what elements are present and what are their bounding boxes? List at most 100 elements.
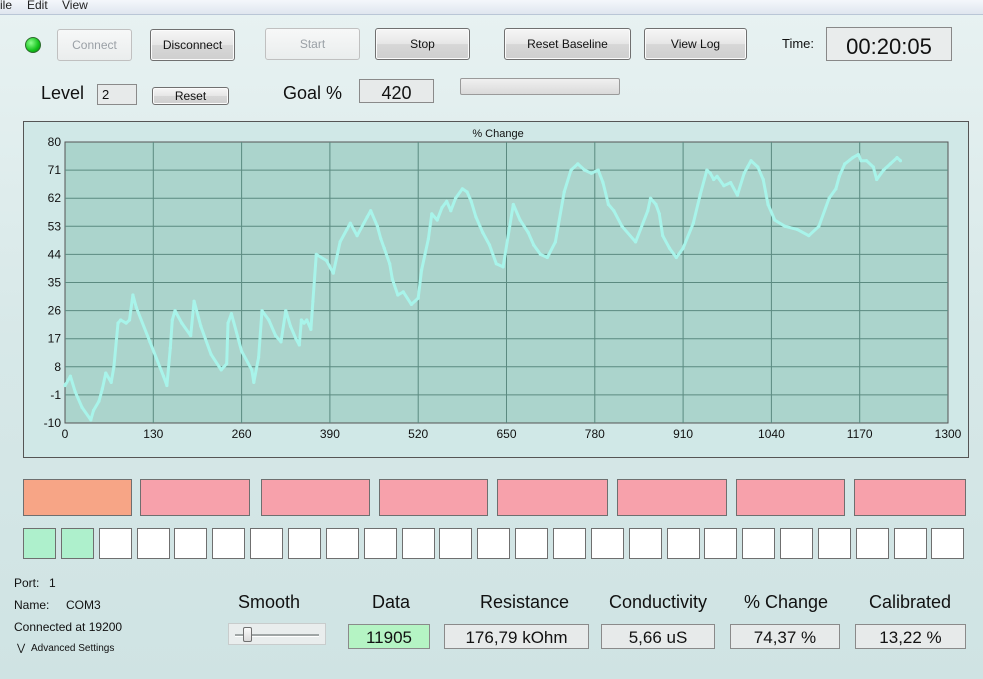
progress-square	[477, 528, 511, 559]
zone-block	[854, 479, 966, 516]
data-point	[116, 321, 120, 325]
percent-change-value: 74,37 %	[730, 624, 840, 649]
y-tick-label: 71	[48, 163, 62, 177]
goal-value[interactable]: 420	[359, 79, 434, 103]
data-point	[226, 321, 230, 325]
data-point	[691, 221, 695, 225]
data-point	[209, 352, 213, 356]
progress-square	[780, 528, 813, 559]
progress-square	[742, 528, 776, 559]
data-value: 11905	[348, 624, 430, 649]
disconnect-button[interactable]: Disconnect	[150, 29, 235, 61]
start-button[interactable]: Start	[265, 28, 360, 60]
level-input[interactable]: 2	[97, 84, 137, 105]
data-point	[297, 343, 301, 347]
data-point	[735, 193, 740, 197]
data-point	[168, 346, 172, 350]
data-point	[576, 162, 580, 166]
x-tick-label: 780	[585, 427, 605, 441]
data-point	[648, 196, 653, 200]
data-point	[355, 234, 359, 238]
data-point	[715, 174, 719, 178]
zone-block	[23, 479, 132, 516]
data-point	[127, 318, 132, 322]
progress-square	[287, 528, 321, 559]
level-label: Level	[41, 83, 85, 103]
progress-square	[855, 528, 889, 559]
data-point	[348, 221, 352, 225]
data-point	[68, 374, 73, 378]
data-point	[161, 374, 166, 378]
data-label: Data	[372, 592, 411, 612]
advanced-settings-toggle[interactable]: ⋁ Advanced Settings	[17, 643, 114, 654]
y-tick-label: 26	[48, 304, 62, 318]
data-point	[302, 321, 306, 325]
data-point	[369, 209, 373, 213]
data-point	[134, 305, 138, 310]
data-point	[501, 265, 505, 269]
data-point	[260, 309, 264, 313]
y-tick-label: 44	[48, 247, 62, 261]
start-button-label: Start	[299, 37, 326, 51]
goal-label: Goal %	[283, 83, 343, 103]
data-point	[875, 177, 879, 182]
data-point	[173, 309, 177, 313]
data-point	[409, 302, 414, 306]
percent-change-label: % Change	[744, 592, 829, 612]
x-tick-label: 0	[62, 427, 69, 441]
data-point	[240, 349, 244, 353]
data-point	[898, 159, 903, 163]
connect-button[interactable]: Connect	[57, 29, 132, 61]
data-point	[305, 318, 309, 322]
data-point	[365, 215, 369, 219]
stop-button[interactable]: Stop	[375, 28, 470, 60]
data-point	[851, 156, 855, 160]
level-reset-button[interactable]: Reset	[152, 87, 229, 105]
data-point	[487, 243, 492, 247]
data-point	[681, 246, 685, 250]
chevron-down-icon: ⋁	[17, 643, 26, 654]
data-point	[199, 324, 203, 328]
menu-edit[interactable]: Edit	[27, 0, 48, 12]
zone-block	[617, 479, 727, 516]
data-point	[871, 165, 875, 169]
menu-file[interactable]: ile	[0, 0, 12, 12]
data-point	[596, 168, 600, 172]
smooth-slider[interactable]	[228, 623, 326, 645]
data-point	[589, 171, 594, 175]
data-point	[382, 246, 386, 250]
view-log-button[interactable]: View Log	[644, 28, 747, 60]
data-point	[460, 187, 464, 191]
data-point	[532, 243, 536, 247]
data-point	[396, 293, 400, 297]
data-point	[288, 324, 293, 328]
data-point	[73, 390, 77, 394]
smooth-slider-thumb[interactable]	[242, 627, 252, 642]
data-point	[895, 156, 899, 160]
menu-view[interactable]: View	[62, 0, 88, 12]
name-value: COM3	[66, 598, 101, 612]
data-point	[267, 318, 271, 322]
reset-baseline-button[interactable]: Reset Baseline	[504, 28, 631, 60]
x-tick-label: 910	[673, 427, 693, 441]
data-point	[708, 171, 712, 175]
time-label: Time:	[782, 36, 815, 51]
data-point	[388, 262, 392, 266]
data-point	[299, 318, 303, 322]
data-point	[331, 271, 335, 275]
data-point	[453, 196, 458, 200]
progress-square	[325, 528, 359, 559]
data-point	[440, 205, 444, 210]
data-point	[170, 318, 174, 322]
progress-square	[439, 528, 473, 559]
data-point	[654, 202, 658, 207]
reset-baseline-button-label: Reset Baseline	[527, 37, 608, 51]
x-tick-label: 1300	[935, 427, 962, 441]
y-tick-label: 53	[48, 219, 62, 233]
data-point	[252, 380, 256, 385]
x-tick-label: 1040	[758, 427, 785, 441]
data-point	[864, 159, 869, 163]
data-point	[606, 202, 610, 207]
data-point	[284, 309, 288, 313]
progress-square	[174, 528, 208, 559]
